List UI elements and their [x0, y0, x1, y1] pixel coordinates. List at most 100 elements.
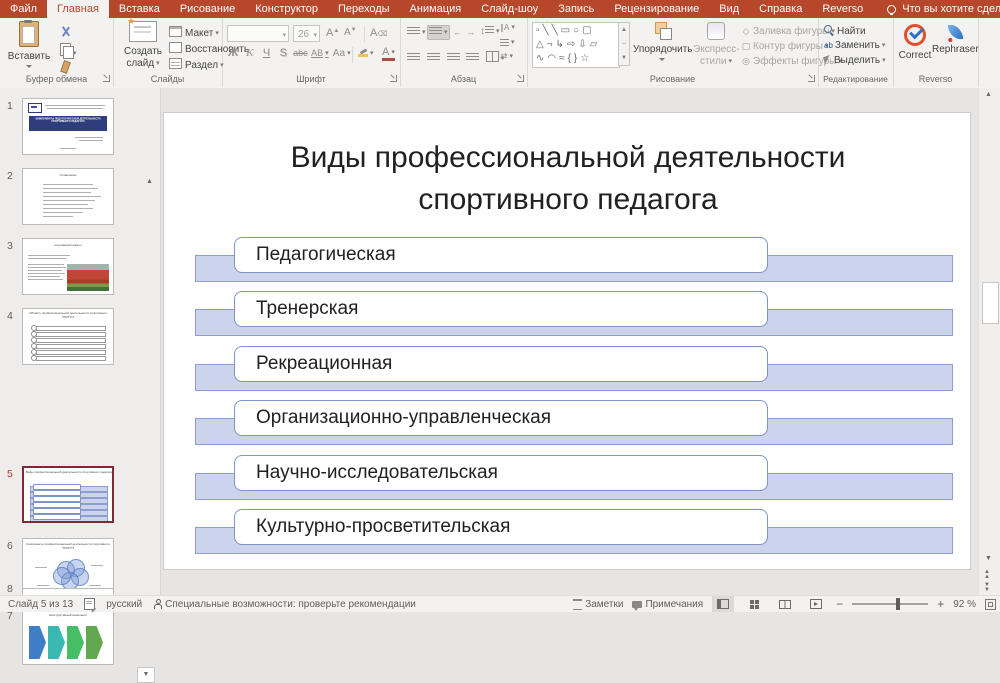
reverso-rephraser-button[interactable]: Rephraser [932, 24, 978, 56]
slide-thumbnail-5-selected[interactable]: Виды профессиональной деятельности спорт… [22, 466, 114, 523]
reverso-correct-button[interactable]: Correct [895, 24, 935, 62]
find-button[interactable]: Найти [824, 25, 866, 37]
text-direction-button[interactable]: ∥А [500, 23, 515, 32]
italic-button[interactable]: К [243, 47, 257, 59]
slide-thumbnail-4[interactable]: Область профессиональной деятельности сп… [22, 308, 114, 365]
scroll-up-arrow[interactable]: ▲ [985, 91, 992, 98]
tab-insert[interactable]: Вставка [109, 0, 170, 18]
paste-button[interactable]: Вставить [6, 21, 52, 68]
smartart-box[interactable]: Тренерская [234, 291, 768, 327]
slideshow-view-button[interactable] [805, 596, 827, 612]
tab-reverso[interactable]: Reverso [812, 0, 873, 18]
tab-review[interactable]: Рецензирование [604, 0, 709, 18]
tab-animations[interactable]: Анимация [400, 0, 472, 18]
tab-help[interactable]: Справка [749, 0, 812, 18]
new-slide-button[interactable]: Создать слайд [118, 21, 168, 70]
language-indicator[interactable]: русский [106, 599, 142, 610]
font-dialog-launcher[interactable] [390, 75, 397, 82]
tab-view[interactable]: Вид [709, 0, 749, 18]
scrollbar-thumb[interactable] [982, 282, 999, 324]
text-highlight-button[interactable] [358, 48, 374, 59]
notes-button[interactable]: Заметки [573, 599, 623, 610]
numbering-button[interactable] [427, 25, 450, 40]
slide-thumbnail-2[interactable]: Оглавление [22, 168, 114, 225]
quick-styles-button[interactable]: Экспресс- стили [693, 22, 739, 68]
comments-button[interactable]: Примечания [632, 599, 703, 610]
shapes-row-1[interactable]: ▫╲╲▭○▢ [536, 25, 595, 36]
clipboard-dialog-launcher[interactable] [103, 75, 110, 82]
character-spacing-button[interactable]: АВ [310, 48, 330, 58]
bullets-button[interactable] [405, 25, 428, 40]
increase-indent-button[interactable]: → [466, 27, 475, 37]
zoom-slider-thumb[interactable] [896, 598, 900, 610]
decrease-indent-button[interactable]: ← [453, 27, 462, 37]
shapes-gallery-scrollbar[interactable]: ▲–▼ [618, 22, 630, 66]
change-case-button[interactable]: Аа [333, 48, 351, 59]
strikethrough-button[interactable]: abc [293, 48, 307, 58]
arrange-button[interactable]: Упорядочить [633, 22, 691, 61]
align-center-button[interactable] [425, 51, 442, 66]
next-slide-button[interactable]: ▼▼ [984, 583, 990, 593]
panel-scroll-down-button[interactable]: ▼ [137, 667, 155, 683]
slide-thumbnail-1[interactable]: КОМПОНЕНТЫ ПЕДАГОГИЧЕСКОЙ ДЕЯТЕЛЬНОСТИ С… [22, 98, 114, 155]
previous-slide-button[interactable]: ▲▲ [984, 570, 990, 580]
font-name-combo[interactable] [227, 25, 289, 42]
tab-draw[interactable]: Рисование [170, 0, 245, 18]
tab-home[interactable]: Главная [47, 0, 109, 18]
layout-button[interactable]: Макет [169, 26, 219, 39]
tell-me-label[interactable]: Что вы хотите сделать? [902, 3, 1000, 15]
shapes-row-2[interactable]: △¬↳⇨⇩▱ [536, 39, 600, 50]
zoom-level[interactable]: 92 % [953, 599, 976, 610]
align-text-button[interactable] [500, 37, 515, 48]
text-shadow-button[interactable]: S [276, 47, 290, 59]
slide-thumbnail-8-partial[interactable] [22, 588, 114, 595]
shapes-row-3[interactable]: ∿◠≈{}☆ [536, 53, 592, 64]
shape-outline-button[interactable]: ▢Контур фигуры [741, 41, 828, 52]
underline-button[interactable]: Ч [260, 47, 274, 59]
select-button[interactable]: Выделить [824, 55, 886, 66]
bold-button[interactable]: Ж [226, 47, 240, 59]
shapes-gallery[interactable]: ▫╲╲▭○▢ △¬↳⇨⇩▱ ∿◠≈{}☆ [532, 22, 620, 68]
align-left-button[interactable] [405, 51, 422, 66]
shrink-font-button[interactable]: А▼ [344, 27, 357, 38]
replace-button[interactable]: Заменить [824, 40, 885, 51]
smartart-box[interactable]: Научно-исследовательская [234, 455, 768, 491]
slide-title[interactable]: Виды профессиональной деятельности спорт… [228, 137, 908, 221]
clear-formatting-button[interactable]: А⌫ [370, 27, 387, 39]
convert-smartart-button[interactable]: ⇄ [500, 51, 513, 62]
tab-file[interactable]: Файл [0, 0, 47, 18]
tab-slideshow[interactable]: Слайд-шоу [471, 0, 548, 18]
tab-record[interactable]: Запись [548, 0, 604, 18]
zoom-in-button[interactable]: + [937, 597, 944, 611]
tab-design[interactable]: Конструктор [245, 0, 328, 18]
smartart-box[interactable]: Культурно-просветительская [234, 509, 768, 545]
copy-button[interactable] [60, 43, 77, 59]
font-color-button[interactable]: А [382, 47, 395, 61]
smartart-box[interactable]: Педагогическая [234, 237, 768, 273]
smartart-box[interactable]: Организационно-управленческая [234, 400, 768, 436]
tell-me-search[interactable]: Что вы хотите сделать? [887, 0, 1000, 18]
slide-number-indicator[interactable]: Слайд 5 из 13 [8, 599, 73, 610]
paragraph-dialog-launcher[interactable] [517, 75, 524, 82]
zoom-slider[interactable] [852, 603, 928, 605]
justify-button[interactable] [464, 51, 481, 66]
section-button[interactable]: Раздел [169, 58, 224, 71]
grow-font-button[interactable]: А▲ [326, 27, 339, 39]
smartart-box[interactable]: Рекреационная [234, 346, 768, 382]
slide-thumbnail-7[interactable]: Конструктивный компонент [22, 608, 114, 665]
font-size-combo[interactable]: 26 [293, 25, 320, 42]
slide-thumbnail-6[interactable]: Компоненты профессиональной деятельности… [22, 538, 114, 595]
vertical-scrollbar[interactable]: ▲ ▼ ▲▲ ▼▼ [978, 88, 1000, 595]
tab-transitions[interactable]: Переходы [328, 0, 400, 18]
spell-check-icon[interactable] [84, 598, 95, 610]
reading-view-button[interactable] [774, 596, 796, 612]
panel-scroll-up-icon[interactable]: ▲ [146, 178, 153, 185]
scroll-down-arrow[interactable]: ▼ [985, 555, 992, 562]
align-right-button[interactable] [445, 51, 462, 66]
normal-view-button[interactable] [712, 596, 734, 612]
line-spacing-button[interactable]: ↕ [480, 26, 500, 37]
drawing-dialog-launcher[interactable] [808, 75, 815, 82]
accessibility-status[interactable]: Специальные возможности: проверьте реком… [153, 599, 416, 610]
cut-button[interactable] [60, 26, 71, 40]
slide-editing-area[interactable]: Виды профессиональной деятельности спорт… [163, 112, 971, 570]
